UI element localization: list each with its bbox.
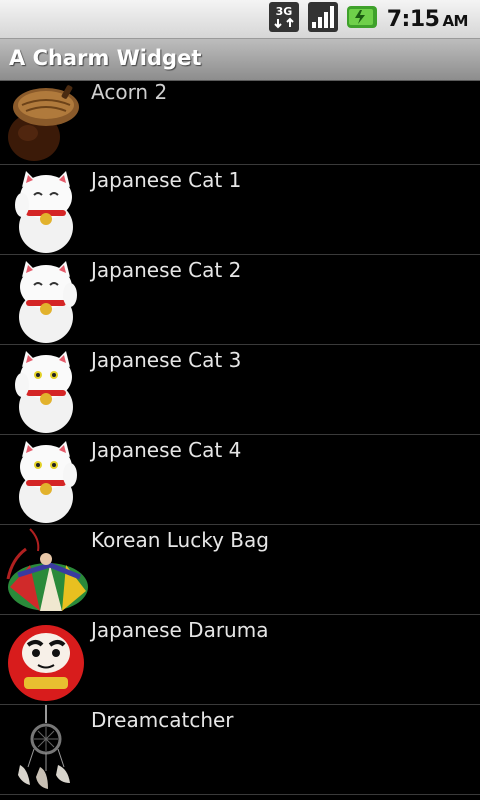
list-item-label: Japanese Cat 1 bbox=[91, 168, 242, 192]
clock-ampm: AM bbox=[442, 11, 468, 30]
list-item-label: Dreamcatcher bbox=[91, 708, 234, 732]
list-item-label: Japanese Cat 2 bbox=[91, 258, 242, 282]
battery-charging-icon bbox=[346, 6, 377, 32]
list-item-japanese-cat-1[interactable]: Japanese Cat 1 bbox=[0, 165, 480, 255]
acorn-icon bbox=[0, 75, 90, 164]
app-title: A Charm Widget bbox=[9, 46, 202, 70]
dreamcatcher-icon bbox=[0, 705, 90, 794]
list-item-korean-lucky-bag[interactable]: Korean Lucky Bag bbox=[0, 525, 480, 615]
network-3g-icon: 3G bbox=[268, 2, 299, 36]
lucky-cat-icon bbox=[0, 165, 90, 254]
lucky-cat-icon bbox=[0, 255, 90, 344]
clock: 7:15 AM bbox=[386, 6, 469, 32]
charm-list[interactable]: Acorn 2 Japanese Cat 1 Japanese Cat 2 Ja… bbox=[0, 75, 480, 795]
daruma-icon bbox=[0, 615, 90, 704]
list-item-japanese-cat-4[interactable]: Japanese Cat 4 bbox=[0, 435, 480, 525]
list-item-acorn-2[interactable]: Acorn 2 bbox=[0, 75, 480, 165]
list-item-japanese-cat-3[interactable]: Japanese Cat 3 bbox=[0, 345, 480, 435]
lucky-cat-icon bbox=[0, 435, 90, 524]
lucky-cat-icon bbox=[0, 345, 90, 434]
list-item-label: Japanese Cat 4 bbox=[91, 438, 242, 462]
list-item-label: Korean Lucky Bag bbox=[91, 528, 269, 552]
status-icons: 3G 7:15 AM bbox=[260, 2, 469, 36]
list-item-label: Japanese Cat 3 bbox=[91, 348, 242, 372]
signal-icon bbox=[307, 2, 338, 36]
list-item-label: Japanese Daruma bbox=[91, 618, 269, 642]
clock-time: 7:15 bbox=[386, 6, 440, 32]
list-item-japanese-cat-2[interactable]: Japanese Cat 2 bbox=[0, 255, 480, 345]
list-item-dreamcatcher[interactable]: Dreamcatcher bbox=[0, 705, 480, 795]
list-item-japanese-daruma[interactable]: Japanese Daruma bbox=[0, 615, 480, 705]
lucky-bag-icon bbox=[0, 525, 90, 614]
list-item-label: Acorn 2 bbox=[91, 80, 168, 104]
svg-text:3G: 3G bbox=[275, 5, 292, 18]
status-bar: 3G 7:15 AM bbox=[0, 0, 480, 39]
